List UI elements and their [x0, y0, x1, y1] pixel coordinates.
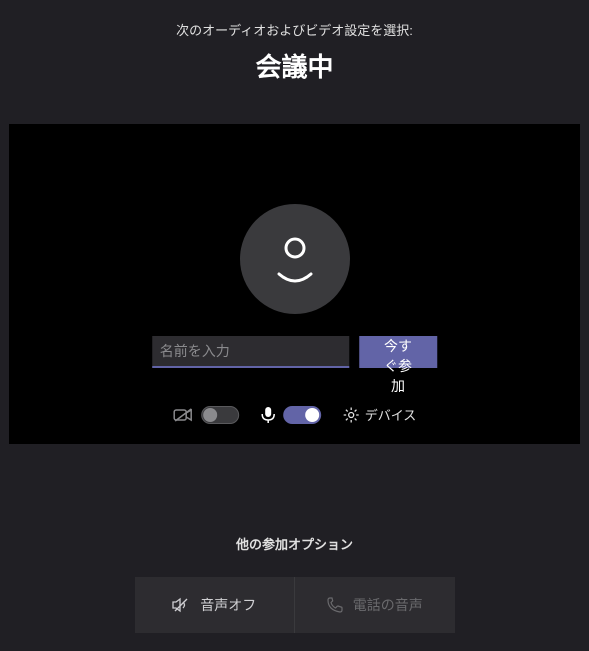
- phone-audio-button: 電話の音声: [295, 577, 455, 633]
- gear-icon: [343, 407, 359, 423]
- phone-audio-label: 電話の音声: [353, 595, 423, 615]
- other-options-title: 他の参加オプション: [0, 534, 589, 553]
- device-settings-button[interactable]: デバイス: [343, 405, 417, 424]
- avatar: [240, 204, 350, 314]
- audio-off-label: 音声オフ: [200, 595, 256, 615]
- mic-toggle[interactable]: [283, 406, 321, 424]
- join-now-button[interactable]: 今すぐ参加: [359, 336, 438, 368]
- mic-icon: [261, 406, 275, 424]
- camera-off-icon: [173, 407, 193, 423]
- video-preview-panel: 今すぐ参加: [9, 124, 580, 444]
- person-icon: [273, 234, 317, 284]
- settings-prompt: 次のオーディオおよびビデオ設定を選択:: [0, 20, 589, 39]
- device-label: デバイス: [365, 405, 417, 424]
- speaker-off-icon: [172, 597, 190, 613]
- name-input[interactable]: [152, 336, 349, 368]
- camera-toggle[interactable]: [201, 406, 239, 424]
- meeting-title: 会議中: [0, 47, 589, 84]
- phone-icon: [327, 597, 343, 613]
- audio-off-button[interactable]: 音声オフ: [135, 577, 295, 633]
